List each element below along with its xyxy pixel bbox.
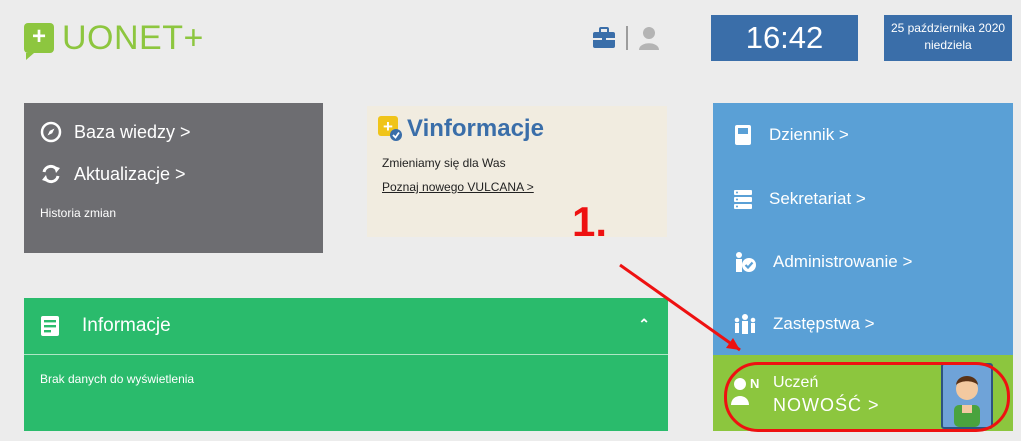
knowledge-base-link[interactable]: Baza wiedzy > — [40, 121, 191, 143]
server-icon — [734, 190, 752, 209]
vinformacje-link[interactable]: Poznaj nowego VULCANA > — [382, 180, 534, 194]
history-link[interactable]: Historia zmian — [40, 206, 116, 220]
module-label: Administrowanie > — [773, 252, 913, 271]
vinformacje-logo-icon: + — [378, 116, 402, 141]
vinformacje-panel: + Vinformacje Zmieniamy się dla Was Pozn… — [367, 106, 667, 237]
annotation-number: 1. — [572, 198, 608, 245]
module-dziennik[interactable]: Dziennik > — [733, 124, 849, 146]
info-header[interactable]: Informacje — [24, 298, 668, 355]
info-empty-text: Brak danych do wyświetlenia — [40, 372, 195, 386]
knowledge-tile: Baza wiedzy > Aktualizacje > Historia zm… — [24, 103, 323, 253]
module-label: Sekretariat > — [769, 189, 866, 208]
module-label: Dziennik > — [769, 125, 849, 144]
compass-icon — [40, 121, 62, 143]
clock: 16:42 — [711, 15, 858, 61]
vinformacje-title: Vinformacje — [407, 115, 544, 142]
document-icon — [41, 316, 59, 336]
module-label: Zastępstwa > — [773, 314, 875, 333]
module-sekretariat[interactable]: Sekretariat > — [733, 188, 866, 210]
vinformacje-subtitle: Zmieniamy się dla Was — [382, 156, 506, 170]
updates-label: Aktualizacje > — [74, 163, 186, 184]
date-text: 25 października 2020 — [890, 21, 1006, 35]
date-box: 25 października 2020 niedziela — [884, 15, 1012, 61]
updates-link[interactable]: Aktualizacje > — [40, 163, 186, 185]
annotation-arrow — [619, 263, 741, 352]
annotation-highlight-ring — [724, 362, 1010, 432]
user-icon[interactable] — [638, 26, 660, 50]
plus-icon: + — [24, 23, 54, 60]
knowledge-base-label: Baza wiedzy > — [74, 121, 191, 142]
top-toolbar — [592, 26, 660, 50]
info-title: Informacje — [82, 315, 171, 336]
day-text: niedziela — [924, 38, 972, 52]
refresh-icon — [42, 164, 60, 184]
app-logo[interactable]: + UONET+ — [24, 16, 204, 60]
vinformacje-header: + Vinformacje — [377, 115, 544, 143]
app-title: UONET+ — [62, 18, 204, 57]
journal-icon — [735, 125, 751, 145]
info-tile: Informacje ⌃︎ Brak danych do wyświetleni… — [24, 298, 668, 431]
divider — [626, 26, 628, 50]
briefcase-icon[interactable] — [592, 27, 616, 49]
